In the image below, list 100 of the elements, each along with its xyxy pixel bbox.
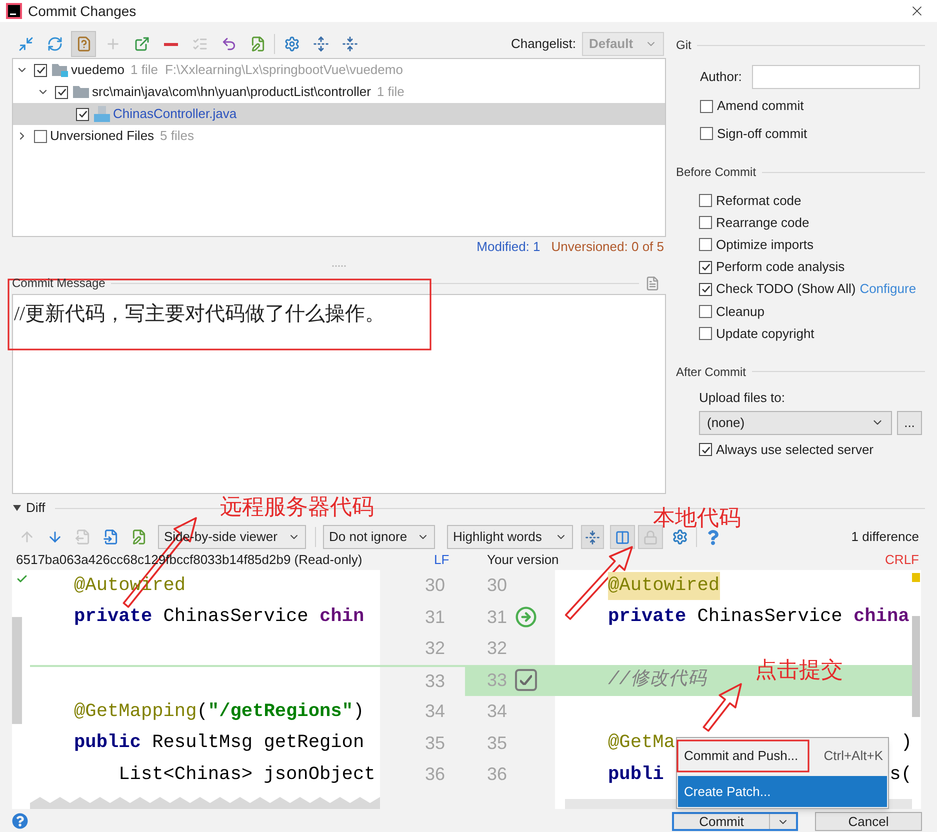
code-line: public ResultMsg getRegion <box>74 731 364 756</box>
triangle-down-icon[interactable] <box>13 504 21 512</box>
option-label: Optimize imports <box>716 236 814 254</box>
line-number: 34 <box>487 700 508 724</box>
path-label: F:\Xxlearning\Lx\springbootVue\vuedemo <box>164 61 403 80</box>
section-title: Git <box>676 37 692 54</box>
checkbox[interactable] <box>699 238 712 252</box>
undo-icon <box>220 36 236 52</box>
tree-item[interactable]: Unversioned Files 5 files <box>13 125 665 147</box>
checkbox[interactable] <box>699 304 712 318</box>
tree-item[interactable]: src\main\java\com\hn\yuan\productList\controller 1 file <box>13 81 665 103</box>
option-label: Reformat code <box>716 192 802 210</box>
checkbox[interactable] <box>700 126 713 140</box>
file-count: 5 files <box>160 127 194 146</box>
checkbox[interactable] <box>34 130 47 142</box>
arrow-circle-icon[interactable] <box>515 606 538 628</box>
include-checkbox[interactable] <box>515 669 538 692</box>
code-line: //修改代码 <box>608 668 706 692</box>
file-question-button[interactable] <box>71 31 96 57</box>
line-number: 36 <box>487 763 508 786</box>
commit-message-field[interactable]: //更新代码，写主要对代码做了什么操作。 <box>12 294 666 494</box>
file-count: 1 file <box>130 61 158 80</box>
checklist-icon <box>192 36 208 52</box>
checkbox[interactable] <box>699 260 712 274</box>
code-line: List<Chinas> jsonObject <box>118 762 376 787</box>
file-name: vuedemo <box>71 61 124 80</box>
sync-scroll-button[interactable] <box>610 525 635 549</box>
checkbox[interactable] <box>699 327 712 340</box>
settings-icon <box>672 529 688 545</box>
line-number: 32 <box>487 637 508 660</box>
option-label: Always use selected server <box>716 441 874 460</box>
upload-dropdown[interactable]: (none) <box>699 410 892 435</box>
right-file-title: Your version <box>487 551 559 570</box>
commit-button[interactable]: Commit <box>672 812 798 831</box>
changelist-label: Changelist: <box>510 35 576 54</box>
line-separator-label: LF <box>434 551 450 570</box>
tree-item[interactable]: ChinasController.java <box>13 103 665 125</box>
checkbox[interactable] <box>700 100 713 113</box>
code-line: @GetMapping("/getRegions") <box>74 700 364 724</box>
menu-item[interactable]: Create Patch... <box>678 776 887 807</box>
modified-count: Modified: 1 <box>476 238 540 256</box>
section-title: Commit Message <box>12 275 106 292</box>
file-name: src\main\java\com\hn\yuan\productList\controller <box>92 83 371 102</box>
highlight-dropdown[interactable]: Highlight words <box>447 525 573 549</box>
scrollbar[interactable] <box>912 616 920 717</box>
file-count: 1 file <box>376 83 404 102</box>
collapse-all-icon <box>342 36 358 52</box>
option-label: Rearrange code <box>716 214 810 232</box>
checkbox[interactable] <box>699 443 712 456</box>
window-title: Commit Changes <box>28 2 136 21</box>
document-icon[interactable] <box>645 276 660 290</box>
scrollbar[interactable] <box>12 617 22 724</box>
checkbox[interactable] <box>699 282 712 296</box>
splitter-handle[interactable] <box>332 264 346 268</box>
upload-label: Upload files to: <box>699 388 785 407</box>
minus-icon <box>164 42 178 46</box>
expand-all-icon <box>312 36 328 52</box>
checkbox[interactable] <box>699 194 712 207</box>
line-number: 31 <box>424 606 445 629</box>
line-number: 33 <box>487 668 508 692</box>
app-logo-icon <box>6 3 22 19</box>
square-arrow-icon <box>134 36 150 52</box>
tree-item[interactable]: vuedemo 1 file F:\Xxlearning\Lx\springbootVue\vuedemo <box>13 59 665 81</box>
option-label: Cleanup <box>716 302 764 321</box>
option-label: Sign-off commit <box>717 124 808 143</box>
checkbox[interactable] <box>34 64 47 76</box>
annotation-text: 点击提交 <box>755 657 843 683</box>
option-label: Perform code analysis <box>716 258 845 276</box>
cancel-button[interactable]: Cancel <box>815 812 922 831</box>
code-line: @GetMa <box>608 731 675 756</box>
checkbox[interactable] <box>76 108 89 120</box>
section-title: Diff <box>26 499 46 518</box>
help-icon <box>707 530 719 544</box>
browse-button[interactable]: ... <box>897 410 922 435</box>
collapse-unchanged-button[interactable] <box>581 525 604 549</box>
option-label: Check TODO (Show All) <box>716 280 856 298</box>
menu-item[interactable]: Commit and Push... Ctrl+Alt+K <box>678 740 887 771</box>
checkbox[interactable] <box>55 86 68 98</box>
shortcut-label: Ctrl+Alt+K <box>824 746 883 765</box>
code-line: publi <box>608 762 664 787</box>
file-edit-icon <box>250 36 266 52</box>
author-label: Author: <box>700 68 742 86</box>
annotation-text: 远程服务器代码 <box>220 494 374 520</box>
file-icon <box>94 106 110 122</box>
line-number: 34 <box>424 700 445 724</box>
option-label: Amend commit <box>717 97 804 116</box>
checkbox[interactable] <box>699 216 712 230</box>
line-number: 32 <box>424 637 445 660</box>
module-folder-icon <box>52 63 68 77</box>
file-arrow-icon <box>75 529 91 545</box>
difference-count: 1 difference <box>851 528 919 546</box>
author-field[interactable] <box>752 65 920 89</box>
lock-icon <box>643 530 658 544</box>
code-line: private ChinasService chin <box>74 605 364 630</box>
line-number: 35 <box>424 732 445 755</box>
help-icon[interactable] <box>12 813 28 829</box>
file-name: ChinasController.java <box>113 105 237 124</box>
line-number: 36 <box>424 763 445 786</box>
ignore-dropdown[interactable]: Do not ignore <box>323 525 435 549</box>
code-line: private ChinasService china <box>608 605 910 630</box>
